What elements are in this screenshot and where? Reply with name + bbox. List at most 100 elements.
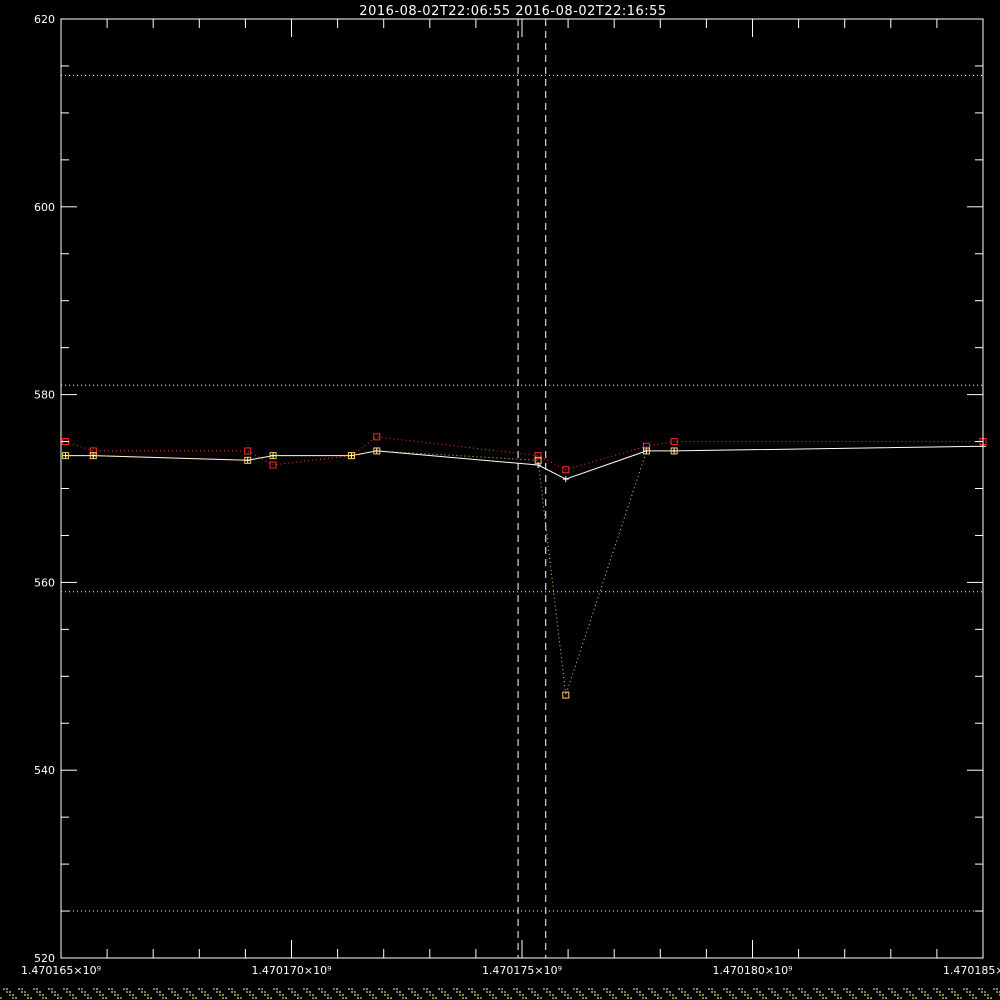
noise-pixel [318,988,320,990]
noise-pixel [9,991,11,993]
noise-pixel [849,991,851,993]
noise-pixel [42,994,44,996]
noise-pixel [234,991,236,993]
noise-pixel [123,988,125,990]
noise-pixel [873,988,875,990]
noise-pixel [642,994,644,996]
noise-pixel [69,994,71,996]
noise-pixel [564,994,566,996]
noise-pixel [132,997,134,999]
noise-pixel [6,991,8,993]
noise-pixel [456,988,458,990]
x-tick-label: 1.470175×10⁹ [482,964,562,977]
noise-pixel [201,988,203,990]
noise-pixel [441,991,443,993]
noise-pixel [471,991,473,993]
noise-pixel [930,997,932,999]
noise-pixel [354,991,356,993]
noise-pixel [366,988,368,990]
noise-pixel [537,997,539,999]
noise-pixel [975,997,977,999]
noise-pixel [231,991,233,993]
noise-pixel [45,997,47,999]
noise-pixel [498,988,500,990]
noise-pixel [291,991,293,993]
noise-pixel [951,988,953,990]
noise-pixel [420,997,422,999]
noise-pixel [147,994,149,996]
noise-pixel [489,991,491,993]
noise-pixel [858,988,860,990]
y-tick-label: 540 [34,764,55,777]
noise-pixel [675,997,677,999]
noise-pixel [42,997,44,999]
noise-pixel [120,997,122,999]
noise-pixel [264,994,266,996]
noise-pixel [546,991,548,993]
noise-pixel [99,994,101,996]
noise-pixel [567,994,569,996]
noise-pixel [549,994,551,996]
noise-pixel [780,997,782,999]
noise-pixel [726,988,728,990]
noise-pixel [147,997,149,999]
noise-pixel [174,994,176,996]
noise-pixel [399,994,401,996]
noise-pixel [921,991,923,993]
noise-pixel [162,997,164,999]
noise-pixel [372,997,374,999]
noise-pixel [216,988,218,990]
noise-pixel [687,994,689,996]
noise-pixel [300,997,302,999]
noise-pixel [900,997,902,999]
noise-pixel [267,997,269,999]
noise-pixel [954,991,956,993]
noise-pixel [285,997,287,999]
noise-pixel [363,988,365,990]
noise-pixel [618,988,620,990]
noise-pixel [93,988,95,990]
noise-pixel [27,997,29,999]
noise-pixel [936,988,938,990]
noise-pixel [549,991,551,993]
noise-pixel [177,997,179,999]
noise-pixel [663,988,665,990]
noise-pixel [219,991,221,993]
noise-pixel [597,997,599,999]
noise-pixel [891,991,893,993]
noise-pixel [486,988,488,990]
noise-pixel [840,997,842,999]
noise-pixel [447,994,449,996]
noise-pixel [990,997,992,999]
noise-pixel [639,991,641,993]
noise-pixel [396,988,398,990]
noise-pixel [717,997,719,999]
noise-pixel [279,991,281,993]
noise-pixel [180,997,182,999]
noise-pixel [468,988,470,990]
noise-pixel [942,994,944,996]
noise-pixel [654,994,656,996]
noise-pixel [768,988,770,990]
noise-pixel [822,997,824,999]
noise-pixel [162,994,164,996]
noise-pixel [462,997,464,999]
noise-pixel [156,988,158,990]
noise-pixel [351,991,353,993]
noise-pixel [624,991,626,993]
noise-pixel [81,988,83,990]
noise-pixel [237,994,239,996]
noise-pixel [222,997,224,999]
noise-pixel [339,994,341,996]
noise-pixel [987,997,989,999]
chart: 2016-08-02T22:06:55 2016-08-02T22:16:55 … [0,0,1000,1000]
noise-pixel [942,997,944,999]
noise-pixel [696,988,698,990]
noise-pixel [57,997,59,999]
noise-pixel [450,997,452,999]
noise-pixel [384,994,386,996]
noise-pixel [96,988,98,990]
noise-pixel [492,997,494,999]
noise-pixel [666,988,668,990]
noise-pixel [477,994,479,996]
